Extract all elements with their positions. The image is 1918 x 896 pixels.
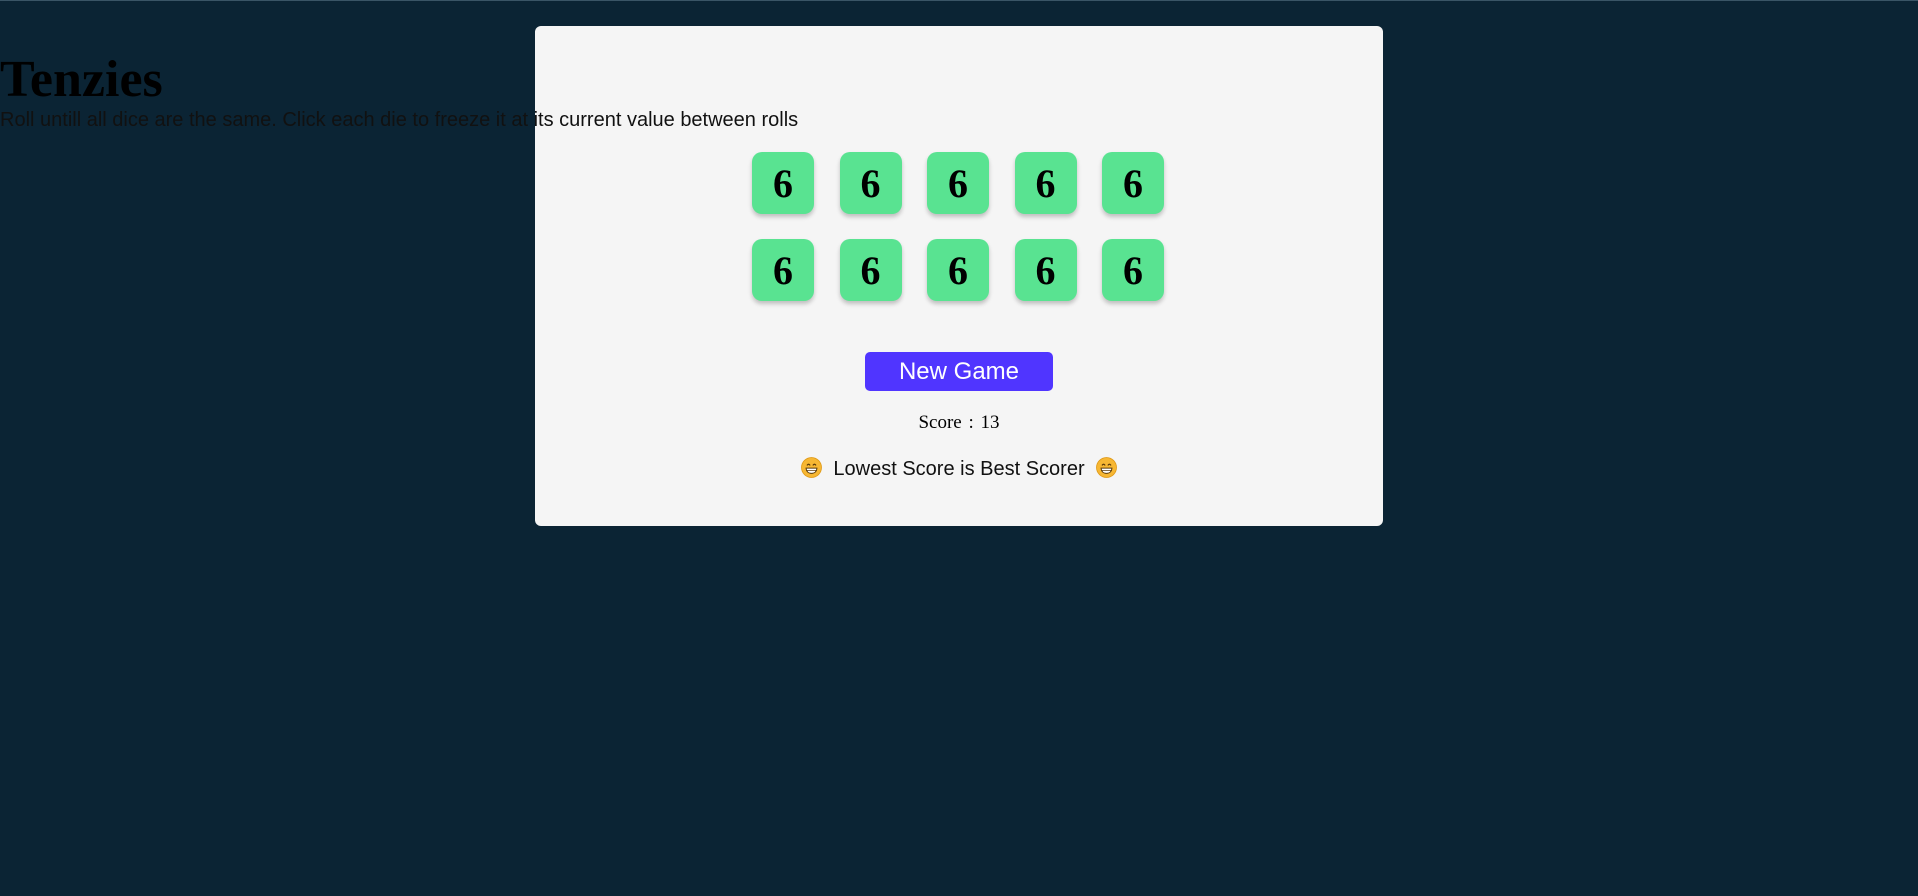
die-3[interactable]: 6 <box>927 152 989 214</box>
grinning-face-icon <box>800 457 822 479</box>
die-4[interactable]: 6 <box>1014 152 1077 214</box>
die-6[interactable]: 6 <box>752 239 814 301</box>
die-7[interactable]: 6 <box>839 239 902 301</box>
dice-grid: 6 6 6 6 6 6 6 6 6 6 <box>752 152 1164 301</box>
die-5[interactable]: 6 <box>1102 152 1164 214</box>
new-game-button[interactable]: New Game <box>865 352 1053 391</box>
die-2[interactable]: 6 <box>839 152 902 214</box>
die-9[interactable]: 6 <box>1014 239 1077 301</box>
score-label: Score <box>918 412 962 433</box>
grinning-face-icon <box>1096 457 1118 479</box>
window-top-border <box>0 0 1918 1</box>
game-instructions: Roll untill all dice are the same. Click… <box>0 109 799 131</box>
score-value: 13 <box>980 412 1000 433</box>
score-separator: : <box>968 412 974 433</box>
tagline: Lowest Score is Best Scorer <box>0 457 1918 481</box>
tagline-text: Lowest Score is Best Scorer <box>833 458 1085 480</box>
die-1[interactable]: 6 <box>752 152 814 214</box>
die-8[interactable]: 6 <box>927 239 989 301</box>
die-10[interactable]: 6 <box>1102 239 1164 301</box>
score-display: Score : 13 <box>0 411 1918 435</box>
game-title: Tenzies <box>0 51 163 108</box>
